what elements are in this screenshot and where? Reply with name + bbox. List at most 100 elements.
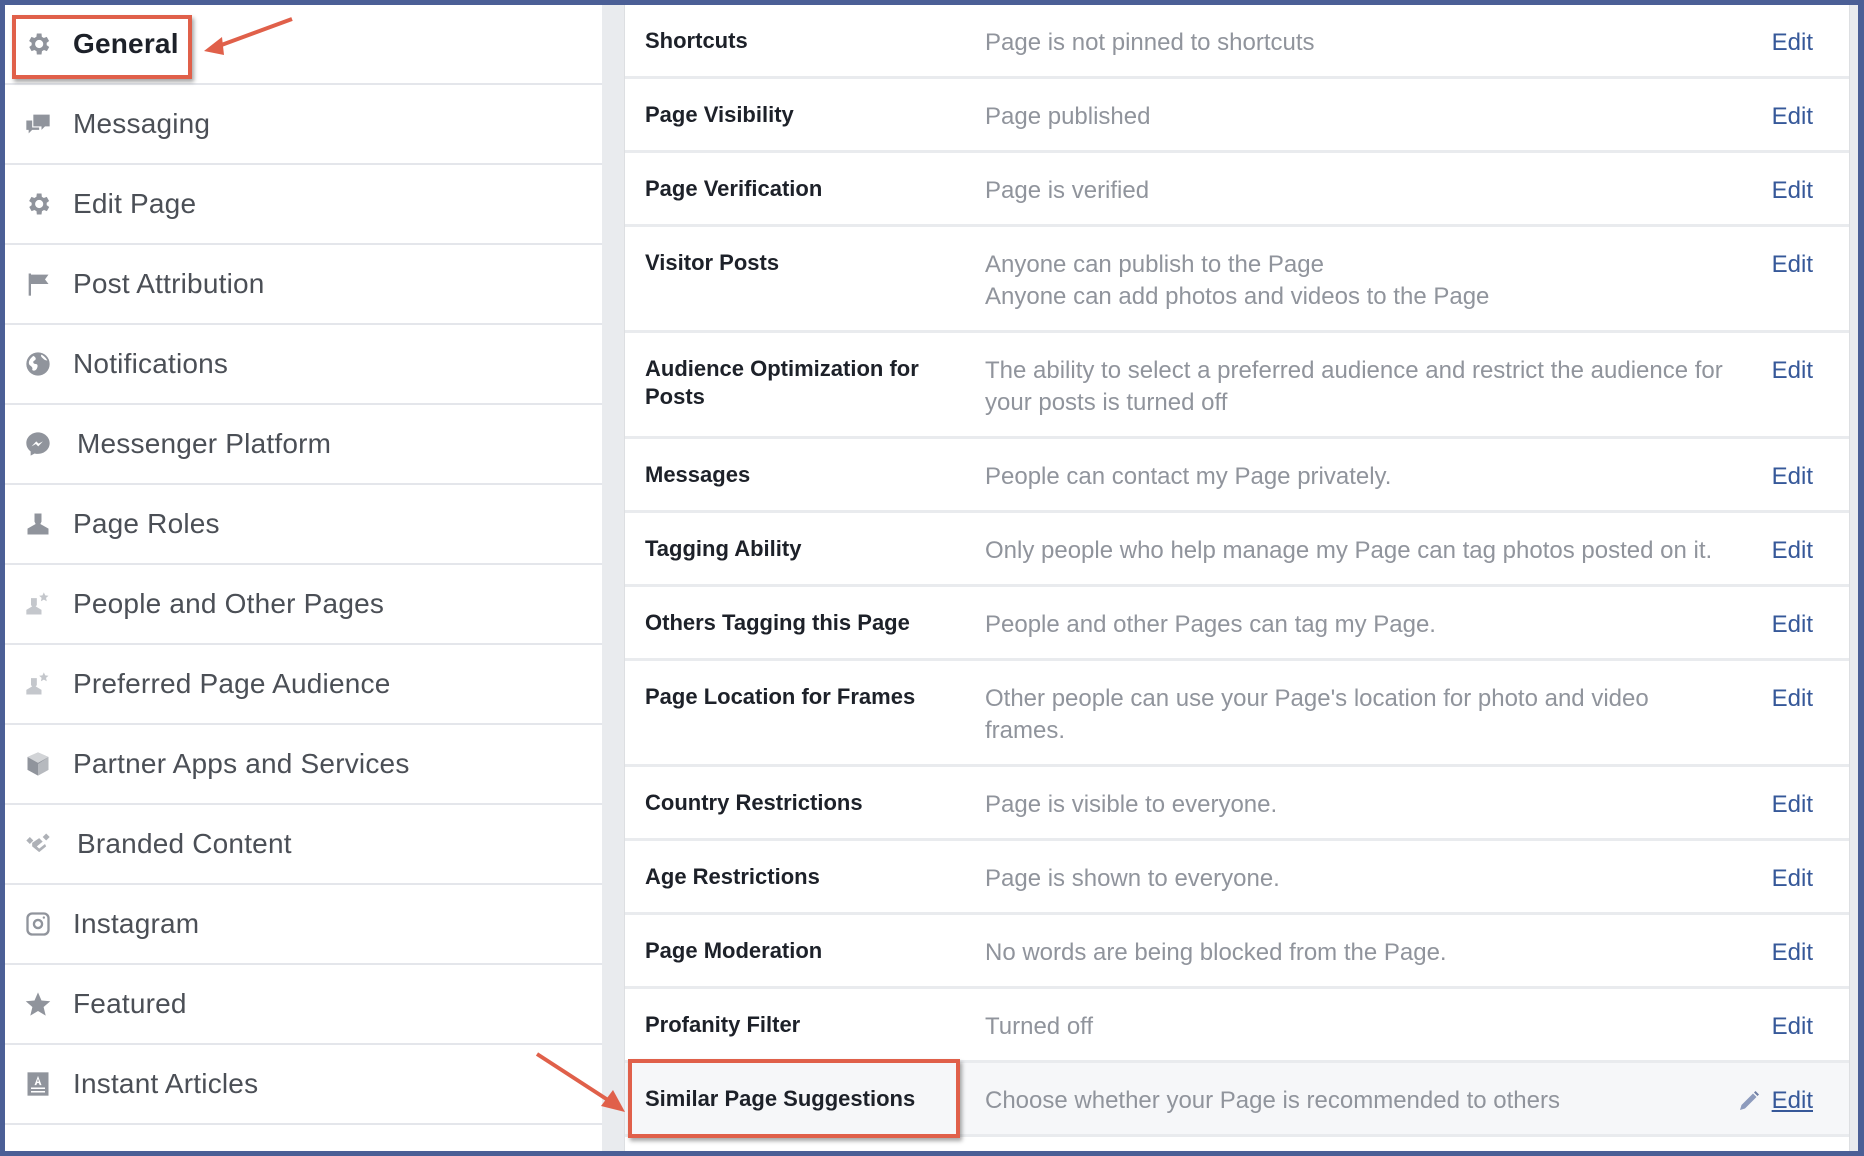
person-star-icon [23,589,53,619]
edit-link[interactable]: Edit [1772,789,1813,821]
pencil-icon [1740,1091,1759,1110]
edit-link[interactable]: Edit [1772,249,1813,281]
row-value: Page is not pinned to shortcuts [985,29,1315,56]
row-value: Page is verified [985,177,1150,204]
star-icon [23,989,53,1019]
settings-row-age-restrictions: Age Restrictions Page is shown to everyo… [625,841,1849,915]
edit-link[interactable]: Edit [1772,683,1813,715]
row-value: Only people who help manage my Page can … [985,537,1713,564]
row-value: No words are being blocked from the Page… [985,939,1447,966]
gear-icon [23,189,53,219]
row-value-line: Anyone can add photos and videos to the … [985,283,1490,310]
annotation-box-general [12,15,192,79]
sidebar-item-label: Page Roles [73,508,220,539]
settings-row-others-tagging: Others Tagging this Page People and othe… [625,587,1849,661]
sidebar-item-notifications[interactable]: Notifications [5,325,602,405]
settings-row-country-restrictions: Country Restrictions Page is visible to … [625,767,1849,841]
sidebar-divider [602,5,625,1151]
globe-icon [23,349,53,379]
row-value: People and other Pages can tag my Page. [985,611,1436,638]
general-settings-panel: Shortcuts Page is not pinned to shortcut… [625,5,1849,1151]
person-icon [23,509,53,539]
sidebar-item-label: Featured [73,988,187,1019]
annotation-arrow-similar-page-suggestions [535,1052,625,1112]
sidebar-item-label: Messenger Platform [77,428,332,459]
sidebar-item-label: People and Other Pages [73,588,385,619]
sidebar-item-featured[interactable]: Featured [5,965,602,1045]
settings-row-page-moderation: Page Moderation No words are being block… [625,915,1849,989]
row-value: Page is shown to everyone. [985,865,1280,892]
row-value-line: Anyone can publish to the Page [985,251,1324,278]
edit-link[interactable]: Edit [1772,175,1813,207]
sidebar-item-preferred-page-audience[interactable]: Preferred Page Audience [5,645,602,725]
sidebar-item-post-attribution[interactable]: Post Attribution [5,245,602,325]
row-label: Profanity Filter [645,1012,801,1037]
annotation-box-similar-page-suggestions [628,1059,960,1138]
settings-row-page-location-frames: Page Location for Frames Other people ca… [625,661,1849,767]
sidebar-item-label: Edit Page [73,188,197,219]
annotation-arrow-general [204,17,293,55]
row-value: Choose whether your Page is recommended … [985,1087,1560,1114]
sidebar-item-instagram[interactable]: Instagram [5,885,602,965]
row-value: Other people can use your Page's locatio… [985,685,1649,744]
sidebar-item-label: Instant Articles [73,1068,259,1099]
edit-link[interactable]: Edit [1772,355,1813,387]
edit-link[interactable]: Edit [1772,101,1813,133]
edit-link[interactable]: Edit [1772,1011,1813,1043]
row-value: Turned off [985,1013,1094,1040]
row-value: Page is visible to everyone. [985,791,1278,818]
row-value: Page published [985,103,1151,130]
handshake-icon [23,829,53,859]
row-value: People can contact my Page privately. [985,463,1392,490]
settings-row-page-verification: Page Verification Page is verified Edit [625,153,1849,227]
sidebar-item-partner-apps[interactable]: Partner Apps and Services [5,725,602,805]
edit-link[interactable]: Edit [1772,27,1813,59]
sidebar-item-instant-articles[interactable]: Instant Articles [5,1045,602,1125]
edit-link[interactable]: Edit [1772,609,1813,641]
settings-row-profanity-filter: Profanity Filter Turned off Edit [625,989,1849,1063]
edit-link[interactable]: Edit [1772,461,1813,493]
sidebar-item-messaging[interactable]: Messaging [5,85,602,165]
sidebar-item-people-and-other-pages[interactable]: People and Other Pages [5,565,602,645]
edit-link[interactable]: Edit [1772,863,1813,895]
settings-row-page-visibility: Page Visibility Page published Edit [625,79,1849,153]
settings-row-messages: Messages People can contact my Page priv… [625,439,1849,513]
sidebar-item-page-roles[interactable]: Page Roles [5,485,602,565]
sidebar-item-label: Partner Apps and Services [73,748,410,779]
sidebar-item-label: Messaging [73,108,211,139]
row-label: Age Restrictions [645,864,820,889]
edit-link[interactable]: Edit [1772,535,1813,567]
sidebar-item-label: Notifications [73,348,229,379]
row-label: Country Restrictions [645,790,863,815]
sidebar-item-label: Post Attribution [73,268,265,299]
instagram-icon [23,909,53,939]
sidebar-item-label: Instagram [73,908,200,939]
scrollbar[interactable] [1849,5,1858,1151]
row-value: The ability to select a preferred audien… [985,357,1723,416]
sidebar-item-label: Branded Content [77,828,292,859]
row-label: Page Location for Frames [645,684,916,709]
settings-row-visitor-posts: Visitor Posts Anyone can publish to the … [625,227,1849,333]
row-label: Tagging Ability [645,536,802,561]
row-label: Shortcuts [645,28,748,53]
row-label: Visitor Posts [645,250,780,275]
chat-bubbles-icon [23,109,53,139]
settings-row-tagging-ability: Tagging Ability Only people who help man… [625,513,1849,587]
sidebar-item-label: Preferred Page Audience [73,668,391,699]
sidebar-item-messenger-platform[interactable]: Messenger Platform [5,405,602,485]
row-label: Page Verification [645,176,823,201]
row-label: Page Moderation [645,938,823,963]
messenger-icon [23,429,53,459]
person-star-icon [23,669,53,699]
article-icon [23,1069,53,1099]
settings-row-shortcuts: Shortcuts Page is not pinned to shortcut… [625,5,1849,79]
row-value: Anyone can publish to the Page Anyone ca… [985,249,1785,313]
row-label: Page Visibility [645,102,794,127]
sidebar-item-edit-page[interactable]: Edit Page [5,165,602,245]
row-label: Others Tagging this Page [645,610,910,635]
edit-link[interactable]: Edit [1772,937,1813,969]
sidebar-item-branded-content[interactable]: Branded Content [5,805,602,885]
edit-link[interactable]: Edit [1772,1085,1813,1117]
flag-icon [23,269,53,299]
row-label: Messages [645,462,751,487]
